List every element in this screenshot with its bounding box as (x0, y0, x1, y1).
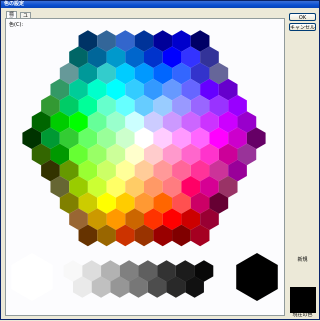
color-compare-box (290, 287, 316, 313)
new-color-swatch (291, 288, 315, 300)
current-color-label: 現在の色 (292, 312, 313, 318)
color-dialog: 色の設定 標準 ユーザー設定 色(C): OK キャンセル 新規 現在の色 (0, 0, 320, 320)
white-swatch[interactable] (11, 253, 53, 301)
black-swatch[interactable] (236, 253, 278, 301)
cancel-button[interactable]: キャンセル (289, 23, 316, 31)
color-hexagon-grid (11, 30, 278, 301)
new-color-label: 新規 (297, 257, 308, 263)
ok-button[interactable]: OK (289, 13, 316, 21)
current-color-swatch (291, 300, 315, 312)
